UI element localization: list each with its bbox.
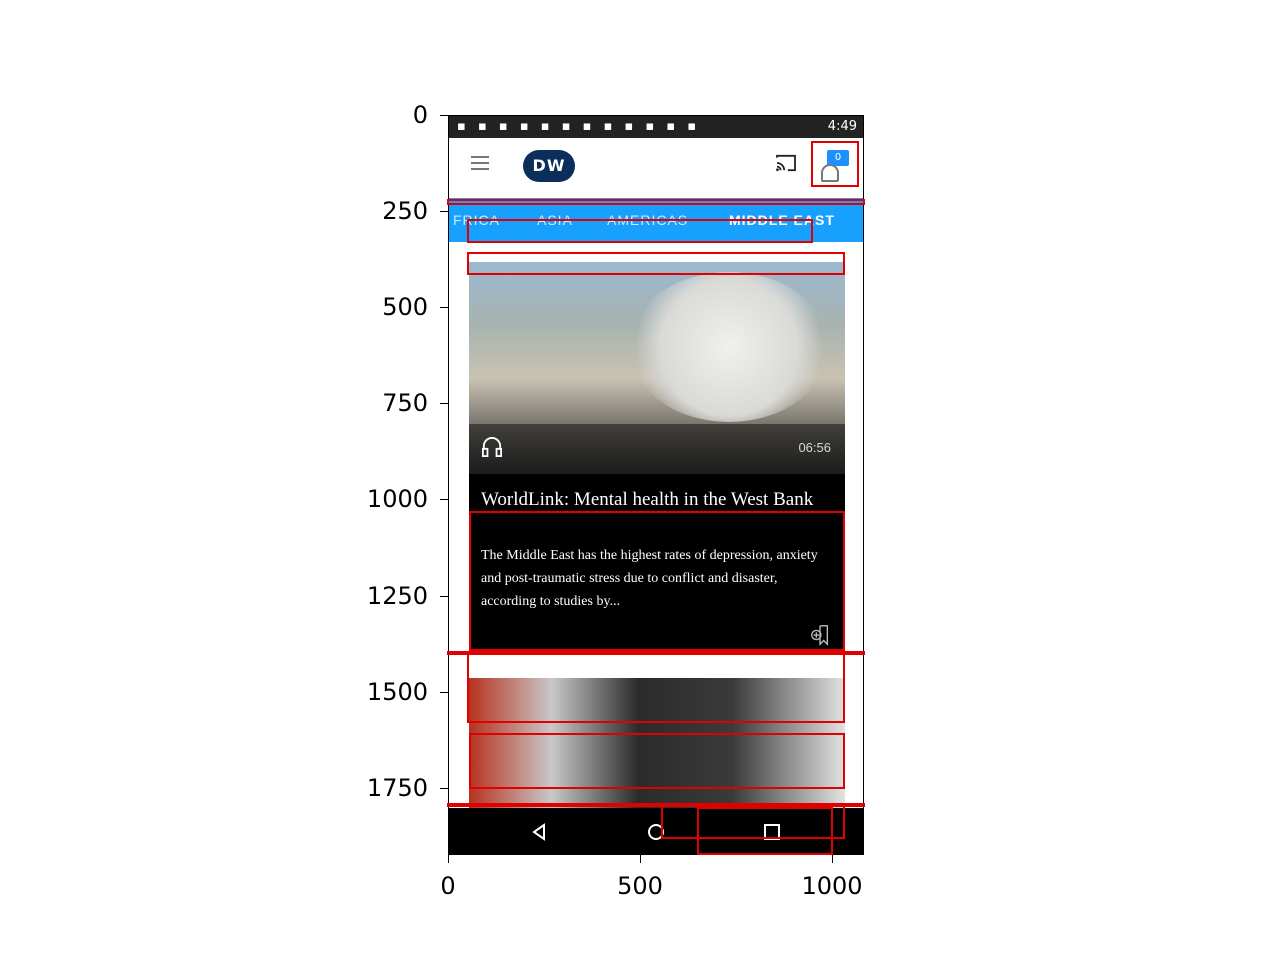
- article-image-smoke: [629, 272, 829, 422]
- y-tick-mark: [440, 403, 448, 404]
- x-tick-mark: [640, 855, 641, 863]
- article-card[interactable]: 06:56 WorldLink: Mental health in the We…: [469, 262, 845, 652]
- android-nav-bar: [449, 808, 863, 854]
- y-tick-label-0: 0: [412, 101, 428, 129]
- tab-middle-east[interactable]: MIDDLE EAST: [729, 212, 835, 228]
- x-tick-mark: [448, 855, 449, 863]
- dw-logo: DW: [523, 150, 575, 182]
- y-tick-mark: [440, 788, 448, 789]
- y-tick-mark: [440, 596, 448, 597]
- y-tick-mark: [440, 115, 448, 116]
- cast-icon[interactable]: [775, 154, 797, 172]
- y-tick-mark: [440, 307, 448, 308]
- home-circle-icon[interactable]: [646, 822, 666, 842]
- y-tick-label-1500: 1500: [366, 678, 428, 706]
- hamburger-menu-icon[interactable]: [471, 156, 489, 170]
- audio-duration: 06:56: [798, 440, 831, 455]
- tab-asia[interactable]: ASIA: [537, 212, 573, 228]
- article-title[interactable]: WorldLink: Mental health in the West Ban…: [481, 486, 833, 514]
- y-tick-label-500: 500: [382, 293, 428, 321]
- y-tick-label-1250: 1250: [366, 582, 428, 610]
- back-triangle-icon[interactable]: [529, 822, 549, 842]
- status-bar: ▪ ▪ ▪ ▪ ▪ ▪ ▪ ▪ ▪ ▪ ▪ ▪ 4:49: [449, 116, 863, 138]
- article-description: The Middle East has the highest rates of…: [481, 548, 818, 609]
- app-bar: DW 0: [449, 138, 863, 194]
- next-article-image[interactable]: [469, 678, 845, 810]
- y-tick-mark: [440, 692, 448, 693]
- tab-americas[interactable]: AMERICAS: [607, 212, 688, 228]
- recents-square-icon[interactable]: [762, 822, 782, 842]
- bookmark-add-icon[interactable]: [809, 624, 831, 646]
- x-tick-label-500: 500: [617, 872, 663, 900]
- y-tick-label-750: 750: [382, 389, 428, 417]
- x-tick-label-1000: 1000: [801, 872, 863, 900]
- headphones-icon: [481, 437, 502, 457]
- tab-africa[interactable]: FRICA: [453, 212, 500, 228]
- y-tick-mark: [440, 211, 448, 212]
- x-tick-label-0: 0: [440, 872, 456, 900]
- image-overlay: [469, 424, 845, 474]
- user-icon: [821, 164, 839, 182]
- y-tick-label-1000: 1000: [366, 485, 428, 513]
- phone-screen: ▪ ▪ ▪ ▪ ▪ ▪ ▪ ▪ ▪ ▪ ▪ ▪ 4:49 DW 0 FRICA …: [448, 115, 864, 855]
- y-tick-mark: [440, 499, 448, 500]
- notification-bubble-icon[interactable]: 0: [815, 148, 851, 184]
- x-tick-mark: [832, 855, 833, 863]
- category-tabs: FRICA ASIA AMERICAS MIDDLE EAST: [449, 198, 863, 242]
- y-tick-label-1750: 1750: [366, 774, 428, 802]
- y-tick-label-250: 250: [382, 197, 428, 225]
- status-time: 4:49: [827, 119, 857, 134]
- status-icons: ▪ ▪ ▪ ▪ ▪ ▪ ▪ ▪ ▪ ▪ ▪ ▪: [457, 119, 701, 134]
